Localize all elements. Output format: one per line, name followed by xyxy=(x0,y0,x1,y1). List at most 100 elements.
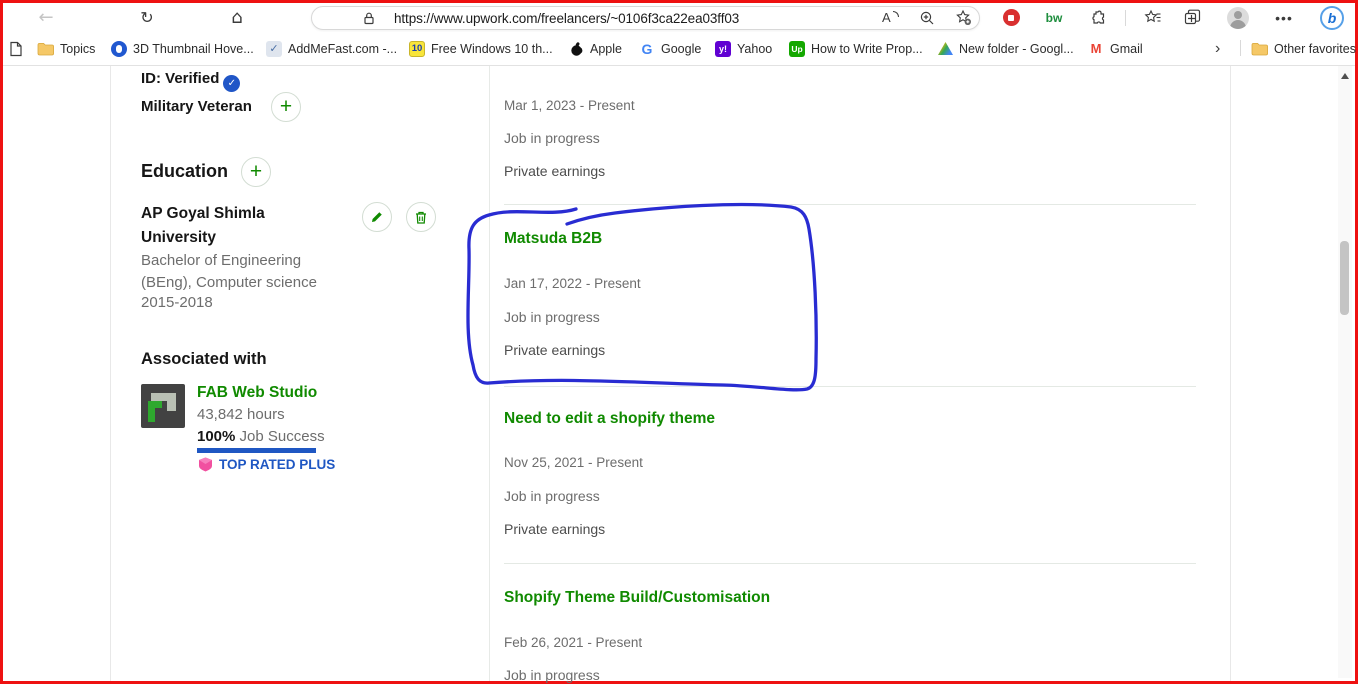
scrollbar-up-arrow[interactable] xyxy=(1341,73,1349,79)
job-success-bar xyxy=(197,448,316,453)
add-favorite-icon[interactable] xyxy=(955,9,972,31)
address-bar[interactable]: https://www.upwork.com/freelancers/~0106… xyxy=(311,6,980,30)
back-icon[interactable]: ← xyxy=(31,3,61,32)
edit-education-button[interactable] xyxy=(362,202,392,232)
win10-favicon: 10 xyxy=(409,40,425,57)
read-aloud-icon[interactable]: A xyxy=(882,10,899,25)
bookmark-free-windows[interactable]: 10 Free Windows 10 th... xyxy=(409,32,553,65)
bookmark-google[interactable]: G Google xyxy=(639,32,702,65)
work-entry-date: Nov 25, 2021 - Present xyxy=(504,455,643,470)
bookmark-label: AddMeFast.com -... xyxy=(288,41,398,56)
pencil-icon xyxy=(372,211,383,222)
bookmarks-overflow-chevron[interactable]: › xyxy=(1215,32,1220,65)
work-entry-status: Job in progress xyxy=(504,130,600,146)
bookmark-apple[interactable]: Apple xyxy=(569,32,622,65)
page-scrollbar[interactable] xyxy=(1338,66,1352,678)
associated-with-heading: Associated with xyxy=(141,350,267,368)
top-rated-shield-icon xyxy=(199,457,212,472)
bookmark-3d-thumbnail[interactable]: 3D Thumbnail Hove... xyxy=(111,32,254,65)
blue-circle-favicon xyxy=(111,40,127,57)
entry-divider xyxy=(504,204,1196,205)
bookmark-gmail[interactable]: M Gmail xyxy=(1088,32,1143,65)
folder-icon xyxy=(1251,42,1268,55)
work-entry-earnings: Private earnings xyxy=(504,521,606,537)
education-heading: Education xyxy=(141,161,229,181)
military-veteran-label: Military Veteran xyxy=(141,98,252,115)
home-icon[interactable]: ⌂ xyxy=(222,3,252,32)
bookmark-addmefast[interactable]: ✓ AddMeFast.com -... xyxy=(266,32,397,65)
zoom-icon[interactable] xyxy=(919,10,935,31)
work-entry-title-link[interactable]: Matsuda B2B xyxy=(504,230,602,248)
job-success-label: Job Success xyxy=(239,428,325,445)
google-favicon: G xyxy=(641,40,653,57)
bookmark-label: Free Windows 10 th... xyxy=(431,41,553,56)
job-success-pct: 100% xyxy=(197,428,236,445)
bookmark-label: Topics xyxy=(60,41,96,56)
work-entry-status: Job in progress xyxy=(504,488,600,504)
bookmark-how-to-write[interactable]: Up How to Write Prop... xyxy=(789,32,923,65)
favorites-hub-icon[interactable] xyxy=(1138,3,1168,32)
top-rated-label: TOP RATED PLUS xyxy=(219,457,336,472)
extensions-puzzle-icon[interactable] xyxy=(1083,3,1113,32)
agency-link[interactable]: FAB Web Studio xyxy=(197,384,317,402)
extension-recorder-icon[interactable] xyxy=(996,3,1026,32)
bookmarks-divider xyxy=(1240,40,1241,56)
delete-education-button[interactable] xyxy=(406,202,436,232)
google-drive-favicon xyxy=(938,42,953,55)
profile-card-left-border xyxy=(110,66,111,681)
addmefast-favicon: ✓ xyxy=(266,40,282,57)
add-military-veteran-button[interactable]: + xyxy=(271,92,301,122)
education-years: 2015-2018 xyxy=(141,294,213,311)
id-verified-label: ID: Verified ✓ xyxy=(141,70,241,92)
yahoo-favicon: y! xyxy=(715,40,731,57)
agency-hours: 43,842 hours xyxy=(197,406,285,423)
trash-icon xyxy=(416,211,426,224)
bookmark-label: How to Write Prop... xyxy=(811,41,923,56)
bookmark-new-folder-drive[interactable]: New folder - Googl... xyxy=(938,32,1074,65)
page-icon[interactable] xyxy=(9,32,23,65)
work-entry-date: Jan 17, 2022 - Present xyxy=(504,276,641,291)
education-school: AP Goyal Shimla University xyxy=(141,205,265,246)
work-entry-date: Mar 1, 2023 - Present xyxy=(504,98,635,113)
collections-icon[interactable] xyxy=(1178,3,1208,32)
work-entry-earnings: Private earnings xyxy=(504,342,606,358)
work-entry-title-link[interactable]: Need to edit a shopify theme xyxy=(504,410,715,428)
bookmark-yahoo[interactable]: y! Yahoo xyxy=(715,32,772,65)
settings-more-icon[interactable]: ••• xyxy=(1269,3,1299,32)
work-entry-date: Feb 26, 2021 - Present xyxy=(504,635,643,650)
url-text[interactable]: https://www.upwork.com/freelancers/~0106… xyxy=(394,11,739,26)
verified-badge-icon: ✓ xyxy=(223,75,241,92)
profile-card-right-border xyxy=(1230,66,1231,681)
lock-icon[interactable] xyxy=(362,11,376,31)
scrollbar-thumb[interactable] xyxy=(1340,241,1349,315)
sidebar-main-divider xyxy=(489,66,490,681)
bookmark-topics[interactable]: Topics xyxy=(37,32,95,65)
other-favorites-label: Other favorites xyxy=(1274,41,1356,56)
bookmark-label: Yahoo xyxy=(737,41,773,56)
add-education-button[interactable]: + xyxy=(241,157,271,187)
bookmark-label: 3D Thumbnail Hove... xyxy=(133,41,254,56)
agency-logo[interactable] xyxy=(141,384,185,433)
upwork-favicon: Up xyxy=(789,40,805,57)
work-entry-earnings: Private earnings xyxy=(504,163,606,179)
work-entry-status: Job in progress xyxy=(504,309,600,325)
work-entry-status: Job in progress xyxy=(504,667,600,683)
extension-bw-icon[interactable]: bw xyxy=(1039,3,1069,32)
gmail-favicon: M xyxy=(1090,41,1102,56)
browser-toolbar: ← ↻ ⌂ https://www.upwork.com/freelancers… xyxy=(3,3,1355,32)
education-degree: Bachelor of Engineering (BEng), Computer… xyxy=(141,252,317,291)
bookmark-label: Google xyxy=(661,41,702,56)
bookmark-label: New folder - Googl... xyxy=(959,41,1074,56)
refresh-icon[interactable]: ↻ xyxy=(132,3,162,32)
bing-chat-icon[interactable]: b xyxy=(1317,3,1347,32)
bookmark-label: Gmail xyxy=(1110,41,1143,56)
profile-avatar[interactable] xyxy=(1223,3,1253,32)
folder-icon xyxy=(37,42,54,55)
other-favorites[interactable]: Other favorites xyxy=(1251,32,1356,65)
bookmark-label: Apple xyxy=(590,41,622,56)
entry-divider xyxy=(504,563,1196,564)
top-rated-plus-badge: TOP RATED PLUS xyxy=(197,456,335,473)
apple-favicon xyxy=(571,41,583,56)
work-entry-title-link[interactable]: Shopify Theme Build/Customisation xyxy=(504,589,770,607)
bookmarks-bar: Topics 3D Thumbnail Hove... ✓ AddMeFast.… xyxy=(3,32,1356,66)
